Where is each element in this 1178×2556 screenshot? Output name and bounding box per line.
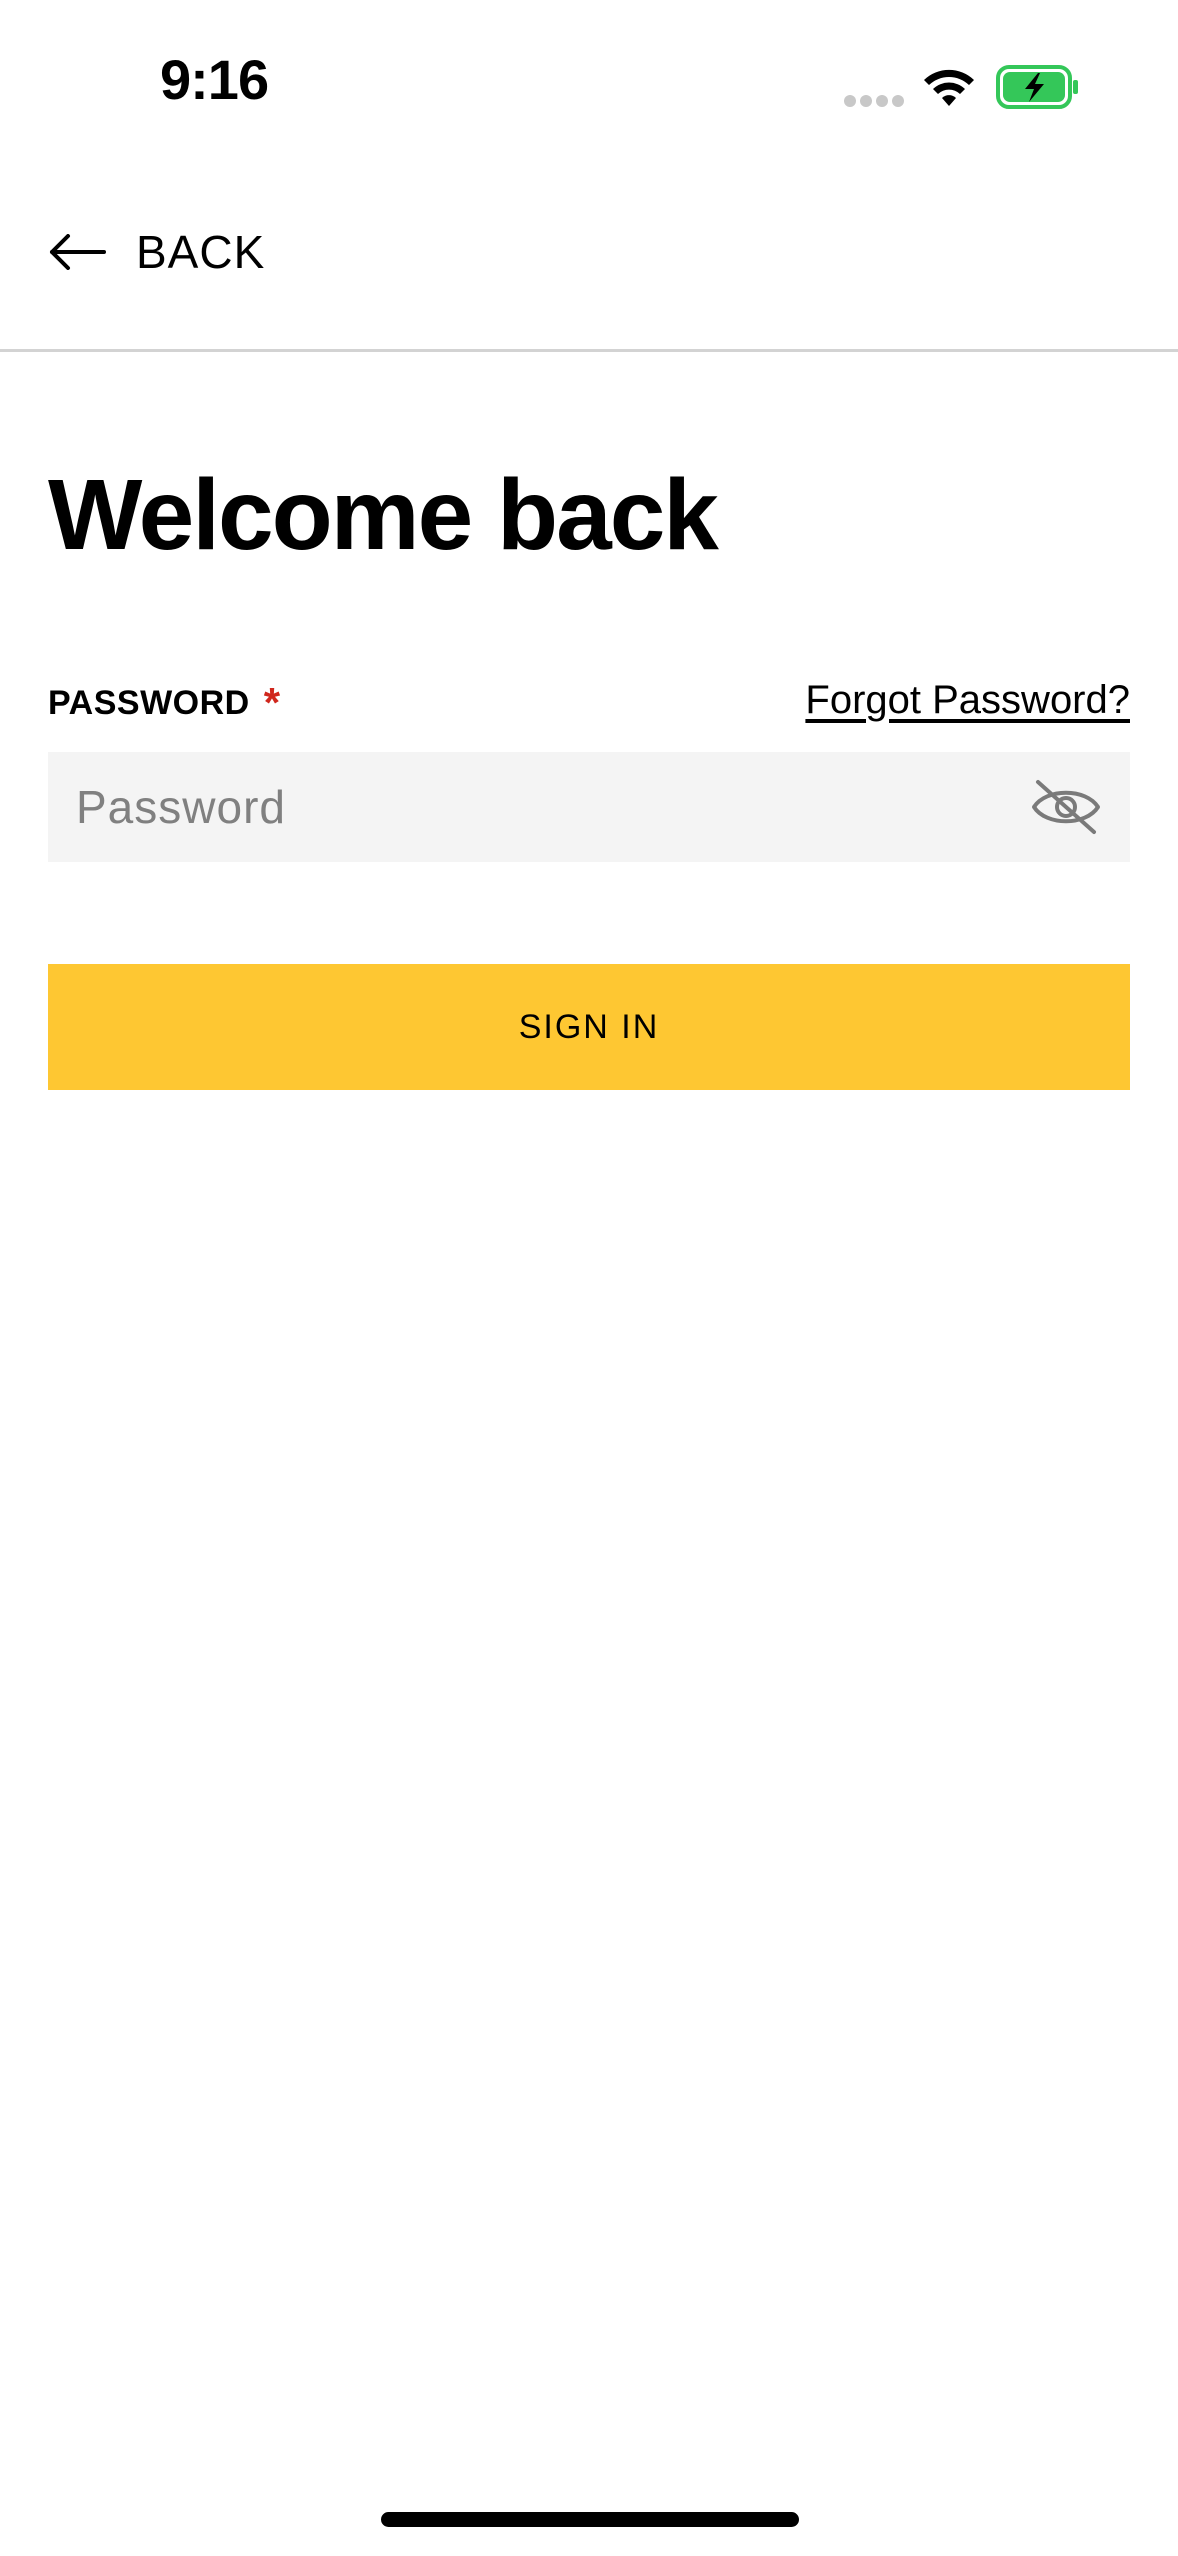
eye-off-icon[interactable]	[1028, 776, 1104, 838]
page-title: Welcome back	[48, 459, 719, 571]
signal-dots-icon	[844, 95, 904, 107]
header: BACK	[0, 150, 1178, 352]
required-asterisk: *	[263, 679, 281, 726]
wifi-icon	[924, 69, 974, 106]
password-label: PASSWORD *	[48, 679, 281, 726]
battery-charging-icon	[996, 65, 1078, 109]
password-input[interactable]	[48, 752, 988, 862]
status-bar: 9:16	[0, 0, 1178, 150]
back-label: BACK	[136, 226, 266, 278]
forgot-password-link[interactable]: Forgot Password?	[805, 678, 1130, 723]
password-field	[48, 752, 1130, 862]
back-button[interactable]: BACK	[48, 220, 265, 284]
status-time: 9:16	[160, 48, 269, 111]
sign-in-button[interactable]: SIGN IN	[48, 964, 1130, 1090]
password-label-text: PASSWORD	[48, 684, 250, 722]
arrow-left-icon	[50, 234, 106, 270]
home-indicator	[381, 2512, 799, 2527]
